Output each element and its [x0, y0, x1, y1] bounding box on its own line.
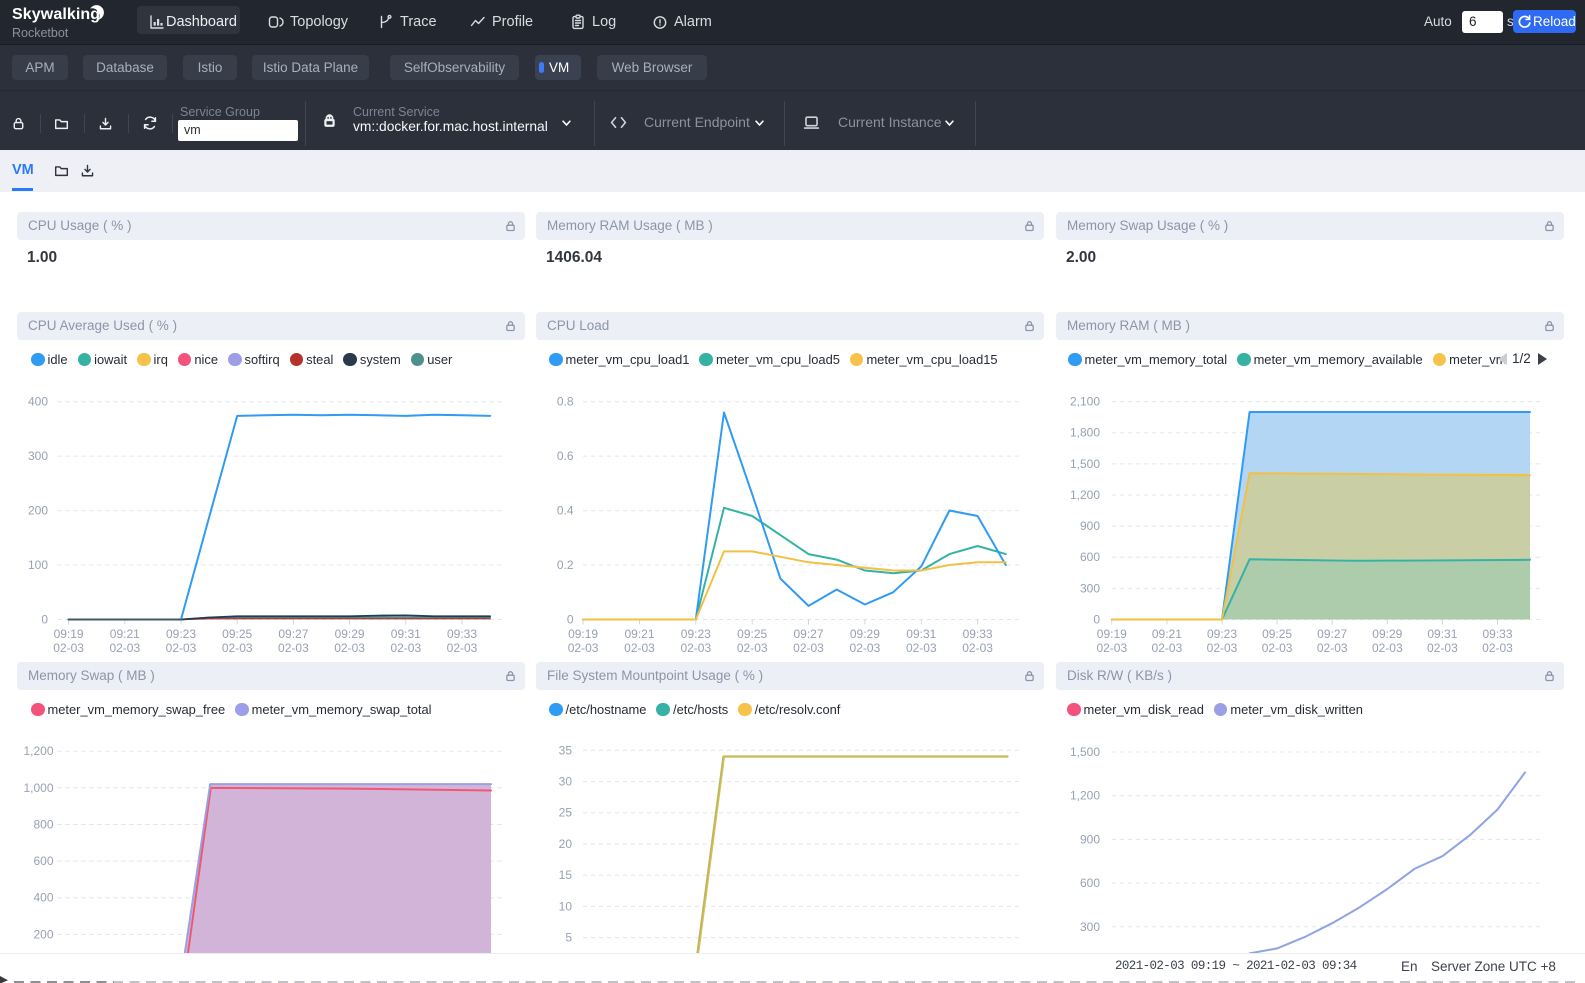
svg-text:02-03: 02-03 — [1207, 641, 1238, 655]
svg-text:09:25: 09:25 — [222, 627, 252, 641]
svg-text:1,500: 1,500 — [1070, 457, 1100, 471]
svg-text:02-03: 02-03 — [624, 641, 655, 655]
svg-text:09:33: 09:33 — [963, 627, 993, 641]
svg-text:1,000: 1,000 — [23, 781, 53, 795]
svg-text:09:21: 09:21 — [624, 627, 654, 641]
svg-text:300: 300 — [1080, 581, 1100, 595]
svg-text:09:29: 09:29 — [335, 627, 365, 641]
svg-text:09:29: 09:29 — [1372, 627, 1402, 641]
svg-text:09:31: 09:31 — [1427, 627, 1457, 641]
svg-text:09:21: 09:21 — [1152, 627, 1182, 641]
svg-text:09:33: 09:33 — [447, 627, 477, 641]
svg-text:30: 30 — [559, 775, 573, 789]
svg-text:25: 25 — [559, 806, 573, 820]
svg-text:02-03: 02-03 — [334, 641, 365, 655]
svg-text:35: 35 — [559, 743, 573, 757]
svg-text:1,200: 1,200 — [1070, 488, 1100, 502]
svg-text:300: 300 — [1080, 920, 1100, 934]
svg-text:02-03: 02-03 — [906, 641, 937, 655]
svg-text:09:19: 09:19 — [568, 627, 598, 641]
svg-text:600: 600 — [1080, 550, 1100, 564]
svg-text:02-03: 02-03 — [793, 641, 824, 655]
svg-text:09:27: 09:27 — [793, 627, 823, 641]
svg-text:15: 15 — [559, 868, 573, 882]
svg-text:02-03: 02-03 — [568, 641, 599, 655]
svg-text:800: 800 — [33, 818, 53, 832]
svg-text:02-03: 02-03 — [278, 641, 309, 655]
svg-text:02-03: 02-03 — [109, 641, 140, 655]
svg-text:09:27: 09:27 — [278, 627, 308, 641]
svg-text:02-03: 02-03 — [1152, 641, 1183, 655]
svg-text:400: 400 — [28, 395, 48, 409]
svg-text:1,500: 1,500 — [1070, 745, 1100, 759]
svg-text:0.2: 0.2 — [557, 558, 574, 572]
svg-text:2,100: 2,100 — [1070, 395, 1100, 409]
svg-text:02-03: 02-03 — [166, 641, 197, 655]
svg-text:1,200: 1,200 — [23, 744, 53, 758]
svg-text:09:33: 09:33 — [1482, 627, 1512, 641]
svg-text:09:31: 09:31 — [906, 627, 936, 641]
svg-text:09:25: 09:25 — [737, 627, 767, 641]
svg-text:09:19: 09:19 — [54, 627, 84, 641]
svg-text:02-03: 02-03 — [222, 641, 253, 655]
svg-text:02-03: 02-03 — [390, 641, 421, 655]
svg-text:02-03: 02-03 — [680, 641, 711, 655]
svg-text:02-03: 02-03 — [850, 641, 881, 655]
svg-text:600: 600 — [1080, 876, 1100, 890]
svg-text:900: 900 — [1080, 832, 1100, 846]
svg-text:09:19: 09:19 — [1097, 627, 1127, 641]
svg-text:09:27: 09:27 — [1317, 627, 1347, 641]
svg-text:02-03: 02-03 — [737, 641, 768, 655]
svg-text:09:23: 09:23 — [166, 627, 196, 641]
svg-text:09:23: 09:23 — [1207, 627, 1237, 641]
svg-text:200: 200 — [28, 504, 48, 518]
svg-text:0: 0 — [41, 613, 48, 627]
svg-text:02-03: 02-03 — [1262, 641, 1293, 655]
svg-text:900: 900 — [1080, 519, 1100, 533]
svg-text:02-03: 02-03 — [1427, 641, 1458, 655]
svg-text:02-03: 02-03 — [447, 641, 478, 655]
svg-text:09:25: 09:25 — [1262, 627, 1292, 641]
svg-text:100: 100 — [28, 558, 48, 572]
svg-text:0.4: 0.4 — [557, 504, 574, 518]
svg-text:0.8: 0.8 — [557, 395, 574, 409]
svg-text:10: 10 — [559, 899, 573, 913]
svg-text:1,800: 1,800 — [1070, 426, 1100, 440]
svg-text:02-03: 02-03 — [962, 641, 993, 655]
svg-text:0: 0 — [1093, 613, 1100, 627]
svg-text:02-03: 02-03 — [1372, 641, 1403, 655]
svg-text:02-03: 02-03 — [53, 641, 84, 655]
svg-text:600: 600 — [33, 854, 53, 868]
svg-text:02-03: 02-03 — [1482, 641, 1513, 655]
svg-text:0.6: 0.6 — [557, 449, 574, 463]
svg-text:5: 5 — [565, 931, 572, 945]
svg-text:300: 300 — [28, 449, 48, 463]
svg-text:02-03: 02-03 — [1096, 641, 1127, 655]
svg-text:0: 0 — [567, 613, 574, 627]
svg-text:20: 20 — [559, 837, 573, 851]
svg-text:09:31: 09:31 — [391, 627, 421, 641]
svg-text:09:23: 09:23 — [681, 627, 711, 641]
svg-text:200: 200 — [33, 927, 53, 941]
svg-text:400: 400 — [33, 891, 53, 905]
svg-text:09:21: 09:21 — [110, 627, 140, 641]
svg-text:09:29: 09:29 — [850, 627, 880, 641]
svg-text:02-03: 02-03 — [1317, 641, 1348, 655]
svg-text:1,200: 1,200 — [1070, 789, 1100, 803]
